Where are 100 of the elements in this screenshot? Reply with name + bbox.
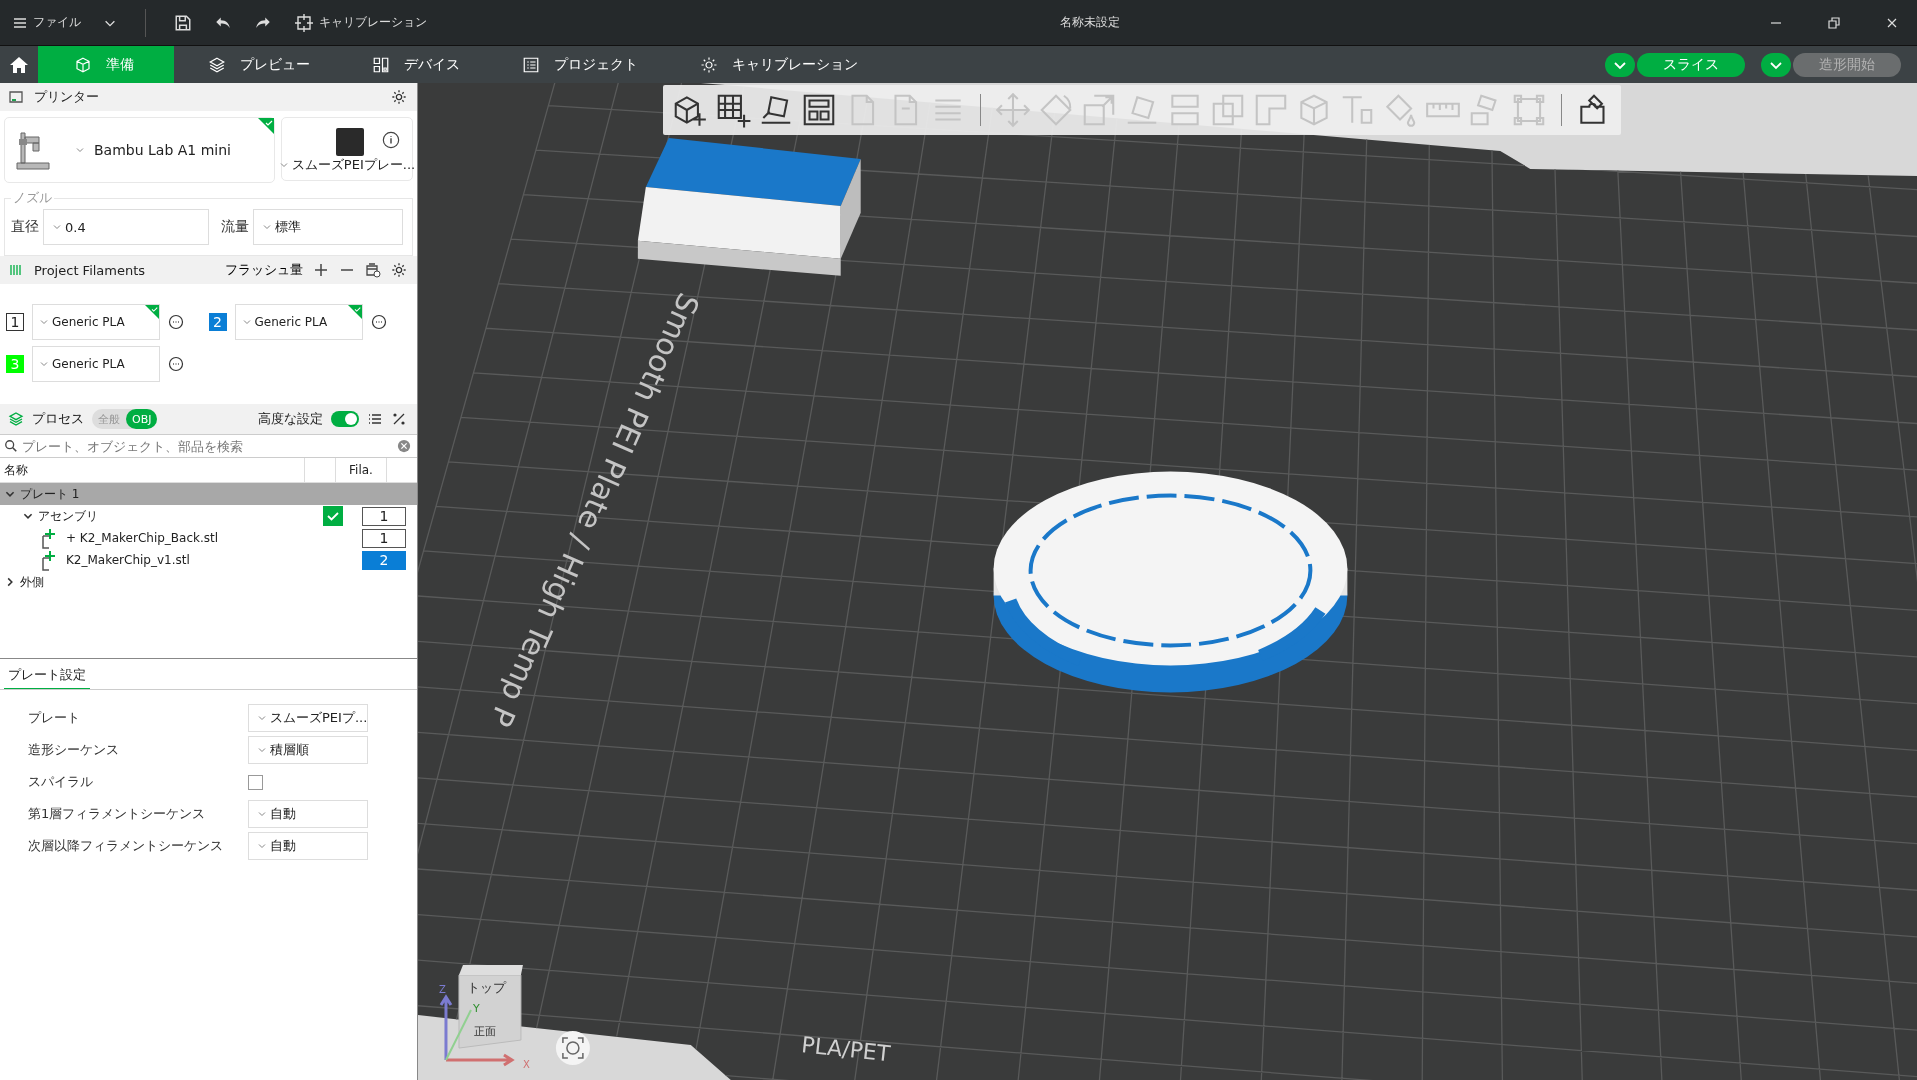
setting-select[interactable]: 積層順 xyxy=(248,736,368,764)
list-icon xyxy=(522,55,540,74)
tree-row[interactable]: アセンブリ 1 xyxy=(0,505,417,527)
object-name: プレート 1 xyxy=(20,485,81,503)
setting-label: 造形シーケンス xyxy=(28,741,120,759)
tab[interactable]: プロジェクト xyxy=(488,46,666,83)
column-header: 名称 xyxy=(0,458,305,482)
printer-selector[interactable]: Bambu Lab A1 mini xyxy=(4,117,275,183)
tree-row[interactable]: 外側 xyxy=(0,571,417,593)
setting-label: 次層以降フィラメントシーケンス xyxy=(28,837,224,855)
list-icon[interactable] xyxy=(367,411,383,427)
chevron-down-icon xyxy=(39,317,49,327)
section-title: プロセス xyxy=(32,410,84,428)
file-menu[interactable]: ファイル xyxy=(12,14,81,31)
field-label: 直径 xyxy=(11,218,39,236)
more-icon[interactable] xyxy=(168,314,184,330)
printer-name: Bambu Lab A1 mini xyxy=(94,142,231,158)
setting-label: プレート xyxy=(28,709,81,727)
settings-icon[interactable] xyxy=(391,262,407,278)
synced-corner-icon xyxy=(347,305,362,319)
filament-number[interactable]: 1 xyxy=(362,506,406,526)
plate-selector[interactable]: スムーズPEIプレー... xyxy=(281,117,413,181)
home-icon[interactable] xyxy=(9,54,29,75)
info-icon[interactable] xyxy=(382,131,400,149)
bed-label: PLA/PET xyxy=(800,1032,892,1067)
tab[interactable]: プレビュー xyxy=(174,46,338,83)
axis-label: Y xyxy=(472,1002,480,1016)
view-cube-label: トップ xyxy=(466,980,506,996)
axis-label: X xyxy=(522,1059,530,1070)
sync-icon[interactable] xyxy=(365,262,381,278)
filament-icon xyxy=(8,262,24,278)
dropdown-icon[interactable] xyxy=(1605,52,1635,77)
more-icon[interactable] xyxy=(370,314,387,330)
camera-reset-icon[interactable] xyxy=(555,1031,590,1065)
crosshair-icon xyxy=(294,12,314,33)
object-name: アセンブリ xyxy=(38,507,99,525)
advanced-label: 高度な設定 xyxy=(258,410,323,428)
filament-select[interactable]: Generic PLA xyxy=(32,346,160,382)
group-label: ノズル xyxy=(12,189,53,207)
setting-label: 第1層フィラメントシーケンス xyxy=(28,805,207,823)
filament-number: 3 xyxy=(6,355,24,373)
field-label: 流量 xyxy=(221,218,249,236)
setting-label: スパイラル xyxy=(28,773,94,791)
setting-select[interactable]: スムーズPEIプ... xyxy=(248,704,368,732)
settings-icon[interactable] xyxy=(391,89,407,105)
chevron-down-icon xyxy=(257,809,267,819)
synced-corner-icon xyxy=(145,305,159,319)
restore-icon[interactable] xyxy=(1827,15,1841,30)
checkbox[interactable] xyxy=(248,774,263,790)
tab[interactable]: デバイス xyxy=(338,46,488,83)
device-icon xyxy=(372,55,390,74)
advanced-switch[interactable] xyxy=(331,411,359,427)
gear-icon xyxy=(700,55,718,74)
view-cube-label: 正面 xyxy=(473,1025,496,1039)
tree-row[interactable]: プレート 1 xyxy=(0,483,417,505)
save-icon[interactable] xyxy=(174,13,192,32)
plate-drawing xyxy=(336,128,364,156)
tree-row[interactable]: K2_MakerChip_v1.stl 2 xyxy=(0,549,417,571)
checkbox[interactable] xyxy=(323,506,343,526)
flow-select[interactable]: 標準 xyxy=(253,209,403,245)
chevron-down-icon xyxy=(52,222,62,232)
filament-number[interactable]: 1 xyxy=(362,528,406,548)
window-title: 名称未設定 xyxy=(1060,14,1120,31)
printer-icon xyxy=(8,89,24,105)
tab[interactable]: キャリブレーション xyxy=(666,46,886,83)
object-name: + K2_MakerChip_Back.stl xyxy=(66,531,220,545)
chevron-down-icon xyxy=(257,713,267,723)
chevron-down-icon xyxy=(257,745,267,755)
layers-icon xyxy=(208,55,226,74)
column-header: Fila. xyxy=(336,458,387,482)
search-field[interactable]: プレート、オブジェクト、部品を検索 xyxy=(22,438,393,454)
section-title: Project Filaments xyxy=(34,262,146,278)
filament-number: 1 xyxy=(6,313,24,331)
setting-select[interactable]: 自動 xyxy=(248,800,368,828)
chevron-down-icon xyxy=(262,222,272,232)
chevron-down-icon xyxy=(75,145,85,155)
object-name: K2_MakerChip_v1.stl xyxy=(66,553,191,567)
layers-icon xyxy=(8,411,24,427)
filament-select[interactable]: Generic PLA xyxy=(234,304,363,340)
filament-select[interactable]: Generic PLA xyxy=(32,304,160,340)
tab[interactable]: プレート設定 xyxy=(4,666,90,689)
object-name: 外側 xyxy=(20,573,45,591)
plus-icon[interactable] xyxy=(313,262,329,278)
calibration-button[interactable]: キャリブレーション xyxy=(294,12,427,33)
clear-icon[interactable] xyxy=(397,439,411,453)
tree-row[interactable]: + K2_MakerChip_Back.stl 1 xyxy=(0,527,417,549)
flush-button[interactable]: フラッシュ量 xyxy=(225,261,303,279)
dropdown-icon[interactable] xyxy=(1761,52,1791,77)
axis-label: Z xyxy=(439,984,446,996)
section-title: プリンター xyxy=(34,88,99,106)
more-icon[interactable] xyxy=(168,356,184,372)
filament-number: 2 xyxy=(208,313,227,331)
filament-number[interactable]: 2 xyxy=(362,550,406,570)
plate-name: スムーズPEIプレー... xyxy=(278,156,416,174)
cube-icon xyxy=(74,55,92,74)
search-icon xyxy=(4,439,18,453)
chevron-down-icon xyxy=(278,160,289,170)
percent-icon[interactable] xyxy=(391,411,407,427)
setting-select[interactable]: 自動 xyxy=(248,832,368,860)
diameter-select[interactable]: 0.4 xyxy=(43,209,209,245)
